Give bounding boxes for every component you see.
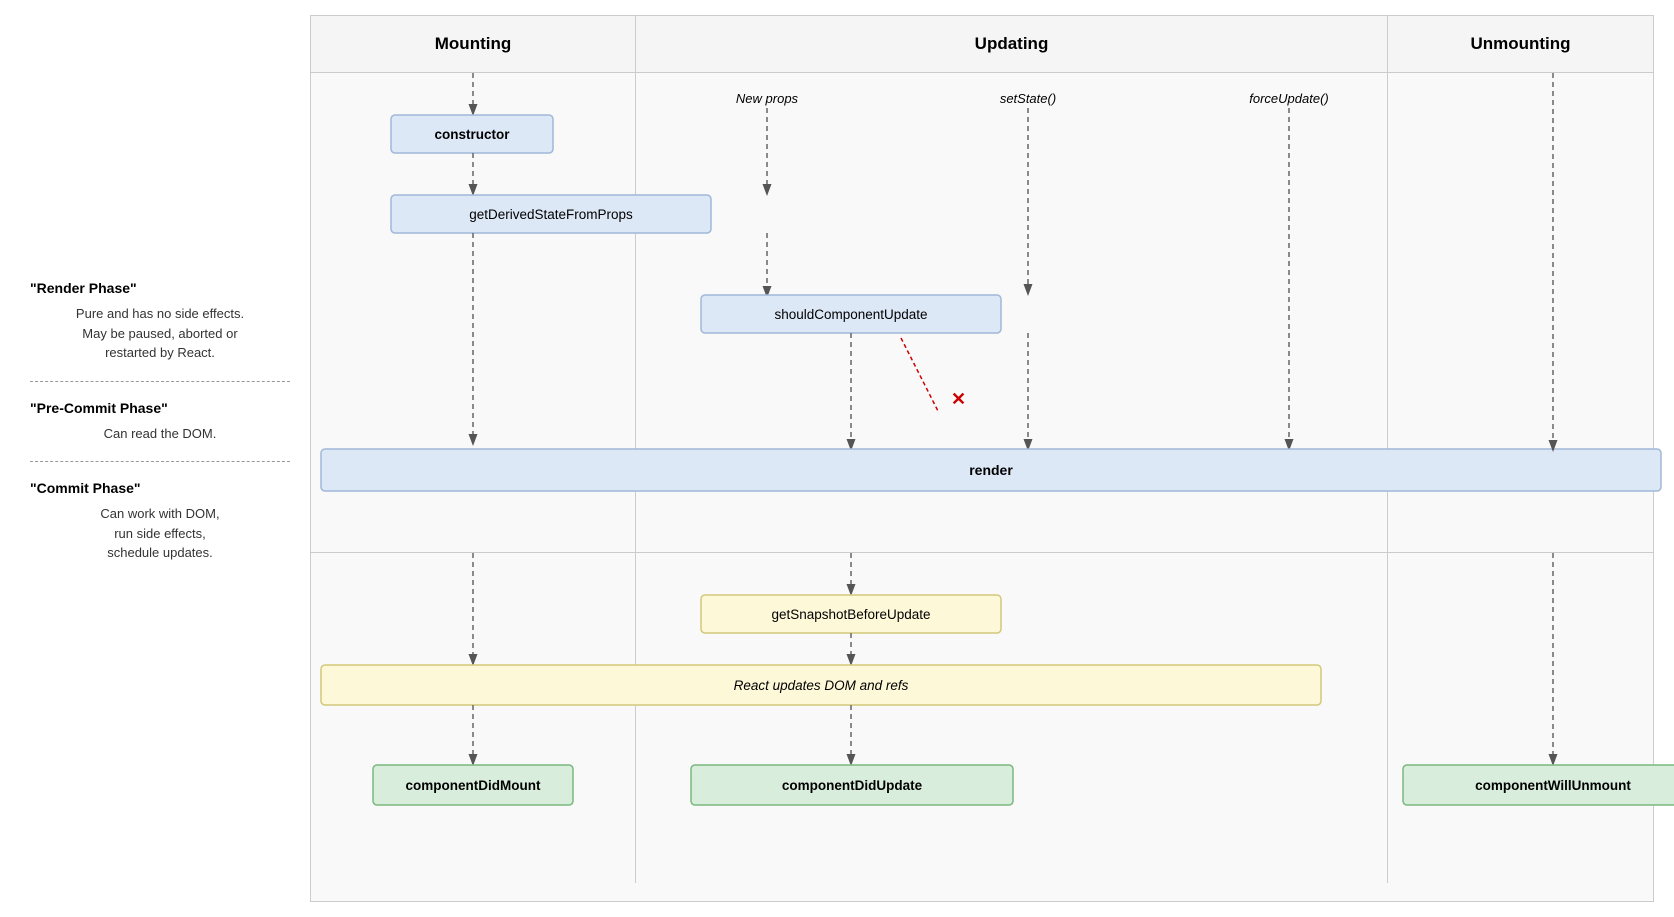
- headers-row: Mounting Updating Unmounting: [311, 16, 1653, 73]
- setstate-label: setState(): [1000, 91, 1056, 106]
- get-derived-box-label: getDerivedStateFromProps: [469, 207, 633, 222]
- constructor-box-label: constructor: [434, 127, 510, 142]
- component-did-mount-label: componentDidMount: [406, 778, 541, 793]
- main-diagram: Mounting Updating Unmounting: [310, 15, 1654, 902]
- component-did-update-label: componentDidUpdate: [782, 778, 923, 793]
- render-phase-row: constructor getDerivedStateFromProps New…: [311, 73, 1653, 553]
- unmounting-header: Unmounting: [1388, 16, 1653, 72]
- commit-phase-text: Can work with DOM,run side effects,sched…: [30, 504, 290, 563]
- get-snapshot-box-label: getSnapshotBeforeUpdate: [771, 607, 930, 622]
- red-x-mark: ✕: [951, 389, 966, 409]
- new-props-label: New props: [736, 91, 799, 106]
- render-phase-annotation: "Render Phase" Pure and has no side effe…: [30, 280, 290, 363]
- pre-commit-phase-text: Can read the DOM.: [30, 424, 290, 444]
- forceupdate-label: forceUpdate(): [1249, 91, 1328, 106]
- diagram-wrapper: "Render Phase" Pure and has no side effe…: [0, 0, 1674, 917]
- left-panel: "Render Phase" Pure and has no side effe…: [0, 0, 310, 917]
- pre-commit-phase-annotation: "Pre-Commit Phase" Can read the DOM.: [30, 400, 290, 444]
- render-box-label: render: [969, 462, 1013, 478]
- commit-phase-svg: getSnapshotBeforeUpdate React updates DO…: [311, 553, 1653, 883]
- render-phase-title: "Render Phase": [30, 280, 290, 296]
- divider-1: [30, 381, 290, 382]
- pre-commit-phase-title: "Pre-Commit Phase": [30, 400, 290, 416]
- mounting-header: Mounting: [311, 16, 636, 72]
- updating-header: Updating: [636, 16, 1388, 72]
- divider-2: [30, 461, 290, 462]
- react-updates-dom-label: React updates DOM and refs: [734, 678, 909, 693]
- red-x-line: [901, 338, 939, 413]
- commit-phase-row: getSnapshotBeforeUpdate React updates DO…: [311, 553, 1653, 883]
- render-phase-svg: constructor getDerivedStateFromProps New…: [311, 73, 1653, 552]
- render-phase-text: Pure and has no side effects.May be paus…: [30, 304, 290, 363]
- commit-phase-title: "Commit Phase": [30, 480, 290, 496]
- commit-phase-annotation: "Commit Phase" Can work with DOM,run sid…: [30, 480, 290, 563]
- should-update-box-label: shouldComponentUpdate: [774, 307, 927, 322]
- component-will-unmount-label: componentWillUnmount: [1475, 778, 1631, 793]
